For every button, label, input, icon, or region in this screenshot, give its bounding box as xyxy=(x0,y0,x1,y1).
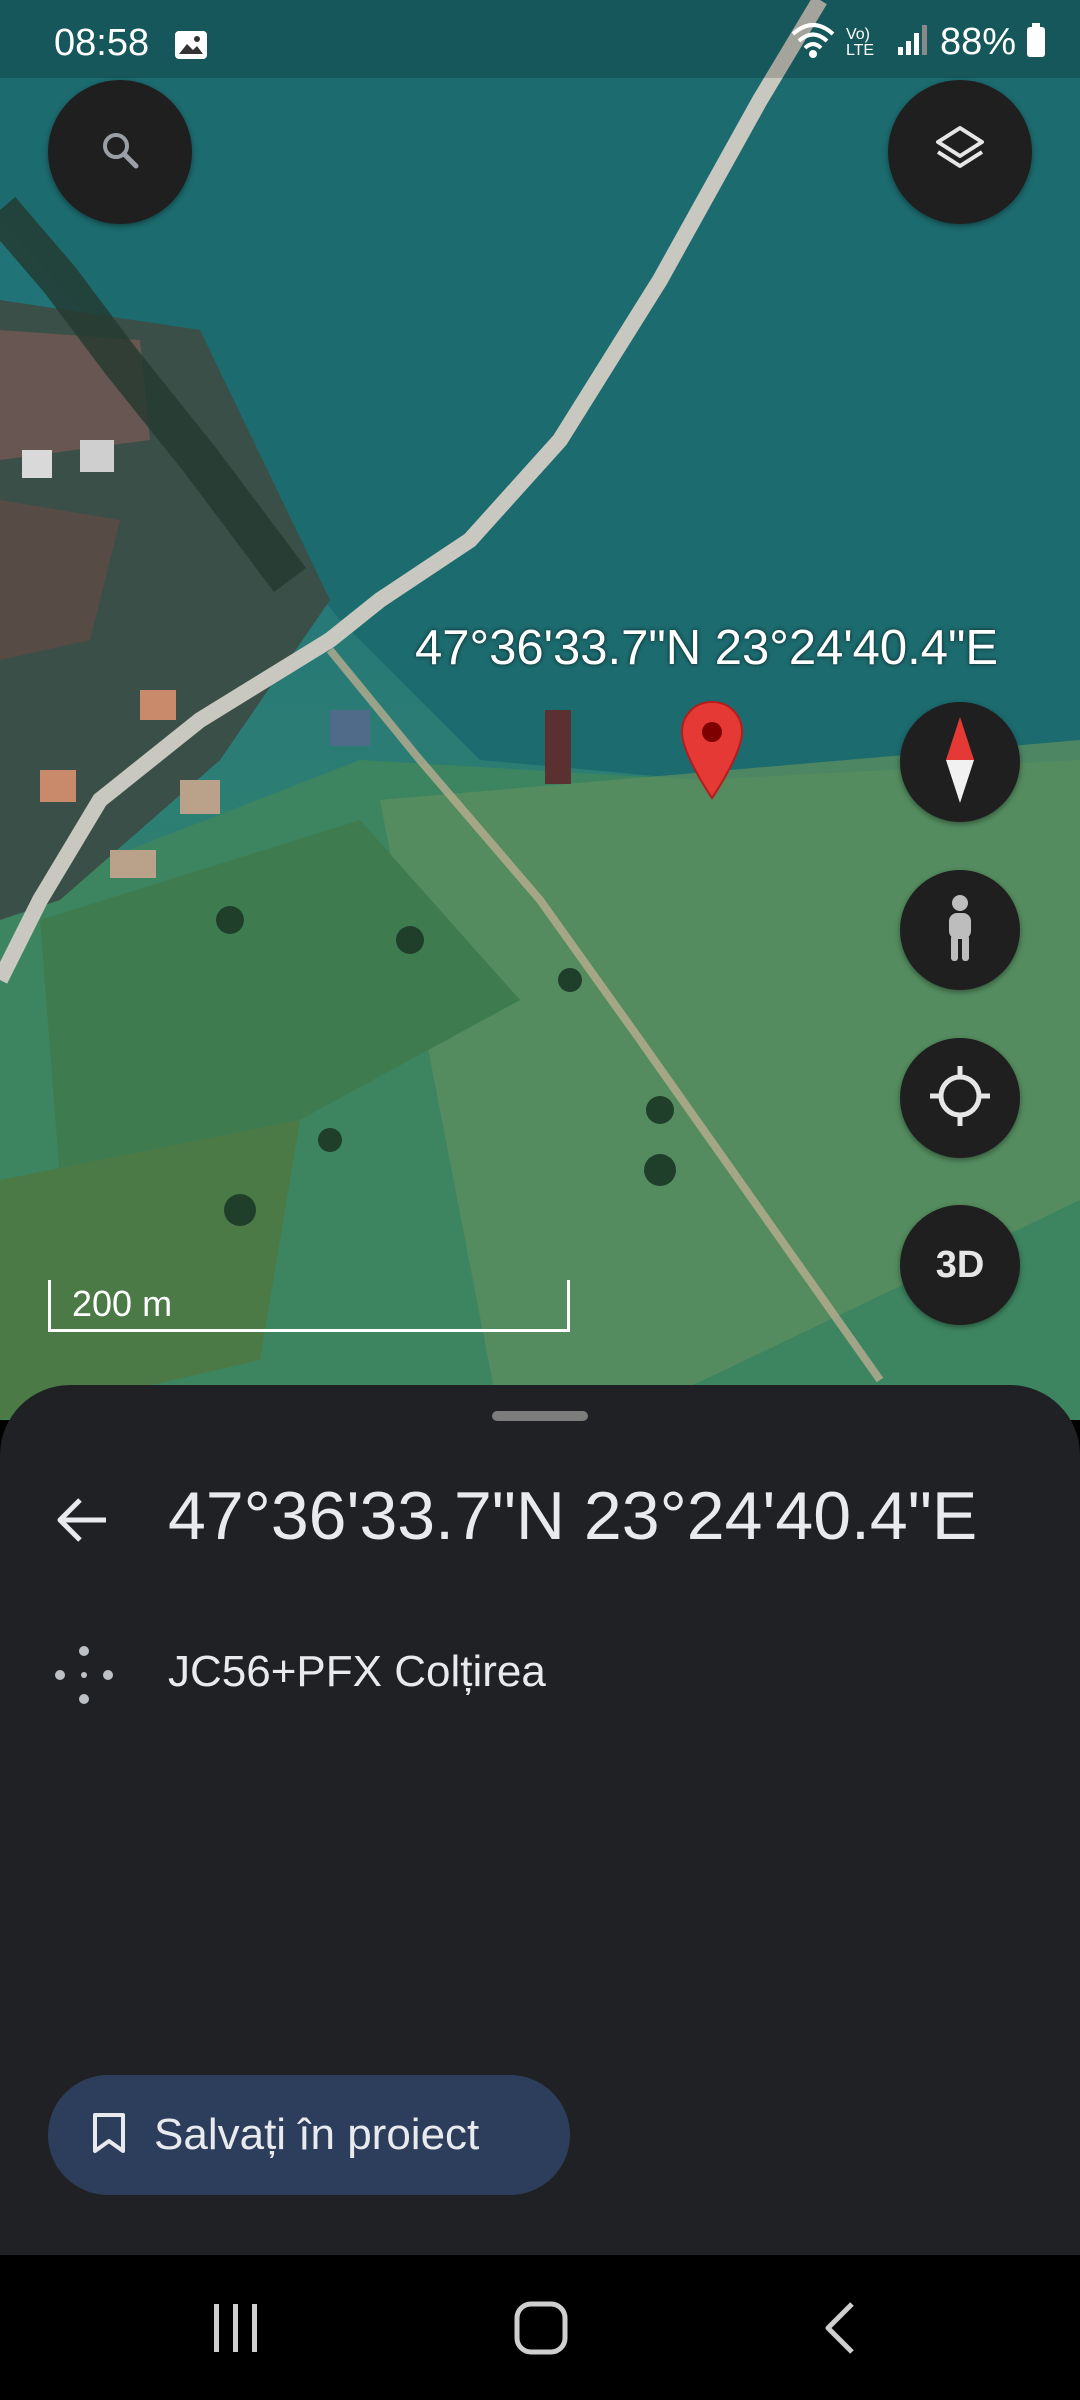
back-arrow-icon[interactable] xyxy=(52,1490,112,1555)
status-bar: 08:58 Vo) LTE 88% xyxy=(0,0,1080,78)
battery-icon xyxy=(1026,23,1046,62)
map-coordinates-label: 47°36'33.7"N 23°24'40.4"E xyxy=(415,621,999,675)
signal-icon xyxy=(896,23,930,62)
my-location-icon xyxy=(928,1064,992,1133)
wifi-icon xyxy=(790,20,836,65)
recent-apps-icon[interactable] xyxy=(210,2300,262,2361)
search-icon xyxy=(98,128,142,177)
layers-button[interactable] xyxy=(888,80,1032,224)
battery-percent: 88% xyxy=(939,21,1016,63)
navigation-bar xyxy=(0,2255,1080,2400)
plus-code-icon xyxy=(52,1643,116,1712)
3d-toggle-button[interactable]: 3D xyxy=(900,1205,1020,1325)
save-button-label: Salvați în proiect xyxy=(154,2110,480,2159)
map-terrain xyxy=(0,0,1080,1420)
home-icon[interactable] xyxy=(513,2300,569,2361)
street-view-button[interactable] xyxy=(900,870,1020,990)
save-to-project-button[interactable]: Salvați în proiect xyxy=(48,2075,570,2195)
volte-icon: Vo) LTE xyxy=(845,25,875,59)
satellite-map[interactable]: 08:58 Vo) LTE 88% 47°36'33.7"N 23°24'40.… xyxy=(0,0,1080,1420)
bookmark-icon xyxy=(92,2112,126,2159)
layers-icon xyxy=(932,122,988,183)
place-bottom-sheet[interactable]: 47°36'33.7"N 23°24'40.4"E JC56+PFX Colți… xyxy=(0,1385,1080,2255)
my-location-button[interactable] xyxy=(900,1038,1020,1158)
sheet-drag-handle[interactable] xyxy=(492,1411,588,1421)
search-button[interactable] xyxy=(48,80,192,224)
compass-icon xyxy=(940,715,980,810)
location-pin-icon xyxy=(680,700,744,805)
status-time: 08:58 xyxy=(54,22,150,64)
pegman-icon xyxy=(940,893,980,968)
place-title: 47°36'33.7"N 23°24'40.4"E xyxy=(168,1478,978,1554)
gallery-icon xyxy=(174,30,208,65)
scale-label: 200 m xyxy=(72,1283,173,1324)
plus-code-text[interactable]: JC56+PFX Colțirea xyxy=(168,1647,546,1697)
compass-button[interactable] xyxy=(900,702,1020,822)
back-icon[interactable] xyxy=(820,2300,860,2361)
